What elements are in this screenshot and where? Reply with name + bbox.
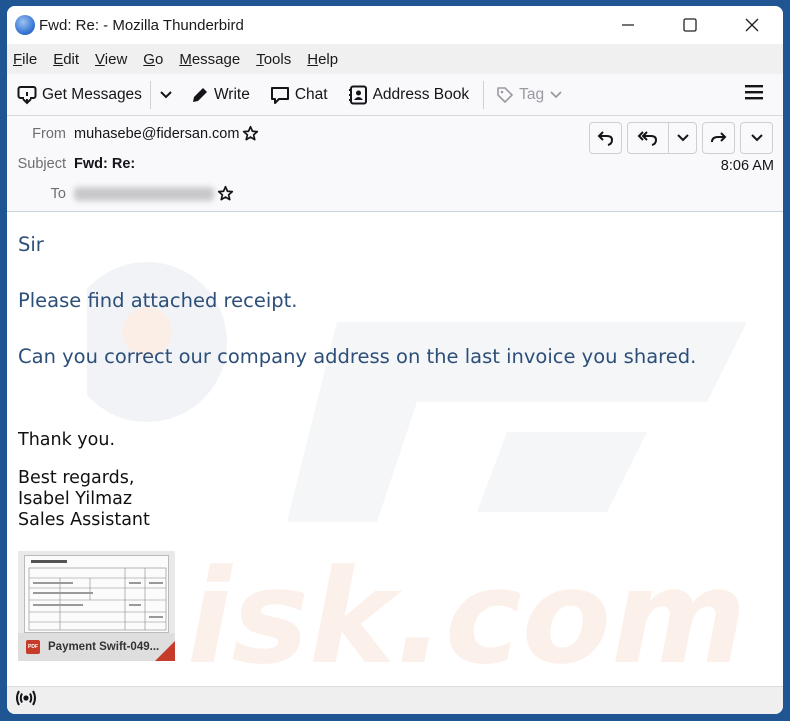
online-status-icon[interactable]: [15, 689, 37, 712]
forward-icon: [710, 132, 726, 143]
thanks-text: Thank you.: [18, 430, 116, 450]
menu-file[interactable]: File: [13, 51, 37, 68]
from-address[interactable]: muhasebe@fidersan.com: [74, 126, 239, 142]
attachment-footer: PDF Payment Swift-049...: [18, 633, 175, 661]
title-bar: Fwd: Re: - Mozilla Thunderbird: [7, 6, 783, 44]
from-row: From muhasebe@fidersan.com: [7, 125, 259, 142]
reply-button[interactable]: [589, 122, 622, 154]
menu-go[interactable]: Go: [143, 51, 163, 68]
status-bar: [7, 686, 783, 714]
subject-value: Fwd: Re:: [74, 156, 136, 172]
toolbar-separator: [149, 80, 151, 109]
write-button[interactable]: Write: [191, 86, 250, 104]
window-title: Fwd: Re: - Mozilla Thunderbird: [39, 16, 244, 34]
attachment-corner-fold: [155, 641, 175, 661]
menu-tools[interactable]: Tools: [256, 51, 291, 68]
chevron-down-icon: [160, 90, 172, 98]
chevron-down-icon: [676, 134, 689, 142]
hamburger-menu-icon: [745, 85, 763, 100]
app-menu-button[interactable]: [745, 84, 763, 105]
chat-bubble-icon: [270, 85, 290, 105]
subject-row: Subject Fwd: Re:: [7, 156, 136, 172]
menu-help[interactable]: Help: [307, 51, 338, 68]
star-icon[interactable]: [217, 185, 234, 202]
watermark-logo: isk.com: [87, 262, 747, 682]
minimize-button[interactable]: [597, 6, 659, 44]
message-actions: [584, 122, 773, 154]
close-button[interactable]: [721, 6, 783, 44]
menu-edit[interactable]: Edit: [53, 51, 79, 68]
to-label: To: [50, 185, 66, 202]
subject-label: Subject: [17, 156, 66, 172]
star-icon[interactable]: [242, 125, 259, 142]
message-time: 8:06 AM: [720, 158, 774, 174]
to-address-redacted[interactable]: [74, 186, 214, 201]
chevron-down-icon: [750, 134, 763, 142]
reply-all-dropdown[interactable]: [668, 123, 696, 153]
body-line-2: Can you correct our company address on t…: [18, 345, 697, 368]
thunderbird-logo-icon: [15, 15, 35, 35]
from-label: From: [32, 125, 66, 142]
close-icon: [745, 18, 759, 32]
reply-icon: [597, 131, 613, 146]
signoff-text: Best regards,: [18, 468, 135, 488]
thunderbird-window: Fwd: Re: - Mozilla Thunderbird File Edit…: [7, 6, 783, 714]
maximize-icon: [683, 18, 697, 32]
reply-all-icon: [637, 131, 658, 146]
reply-all-button[interactable]: [628, 123, 668, 153]
address-book-button[interactable]: Address Book: [348, 85, 469, 105]
chevron-down-icon: [550, 90, 562, 98]
address-book-icon: [348, 85, 368, 105]
download-icon: [17, 85, 37, 105]
attachment-filename: Payment Swift-049...: [48, 641, 160, 653]
toolbar-separator: [483, 80, 485, 109]
attachment-thumbnail: [24, 555, 169, 633]
maximize-button[interactable]: [659, 6, 721, 44]
get-messages-button[interactable]: Get Messages: [17, 85, 142, 105]
forward-button[interactable]: [702, 122, 735, 154]
menu-bar: File Edit View Go Message Tools Help: [7, 44, 783, 74]
menu-view[interactable]: View: [95, 51, 127, 68]
get-messages-dropdown[interactable]: [159, 90, 173, 100]
tag-icon: [496, 86, 514, 104]
attachment-card[interactable]: PDF Payment Swift-049...: [18, 551, 175, 661]
reply-all-group: [627, 122, 697, 154]
sender-name: Isabel Yilmaz: [18, 489, 133, 509]
sender-role: Sales Assistant: [18, 510, 150, 530]
pdf-file-icon: PDF: [26, 640, 40, 654]
main-toolbar: Get Messages Write Chat Address Book Tag: [7, 74, 783, 116]
message-header: From muhasebe@fidersan.com Subject Fwd: …: [7, 116, 783, 212]
chat-button[interactable]: Chat: [270, 85, 328, 105]
body-line-1: Please find attached receipt.: [18, 289, 298, 312]
more-actions-button[interactable]: [740, 122, 773, 154]
to-row: To: [7, 185, 234, 202]
menu-message[interactable]: Message: [179, 51, 240, 68]
greeting-text: Sir: [18, 233, 44, 256]
pencil-icon: [191, 86, 209, 104]
tag-button[interactable]: Tag: [496, 86, 562, 104]
svg-text:isk.com: isk.com: [187, 541, 747, 682]
message-body: isk.com Sir Please find attached receipt…: [7, 212, 783, 690]
minimize-icon: [622, 24, 634, 26]
